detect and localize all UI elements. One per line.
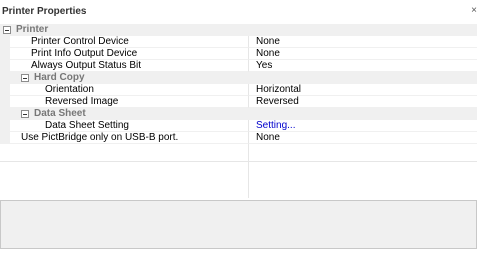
property-row-data-sheet-setting[interactable]: Data Sheet Setting Setting... (0, 120, 477, 132)
property-row-reversed-image[interactable]: Reversed Image Reversed (0, 96, 477, 108)
empty-name-cell (0, 144, 248, 162)
empty-value-cell (248, 144, 477, 162)
value-column-divider (248, 162, 249, 198)
category-label: Data Sheet (34, 108, 86, 119)
row-gutter (0, 84, 10, 96)
category-label: Printer (16, 24, 49, 35)
property-value[interactable]: Horizontal (248, 84, 477, 96)
category-printer[interactable]: Printer (0, 24, 477, 36)
collapse-icon[interactable] (21, 110, 29, 118)
category-hard-copy[interactable]: Hard Copy (0, 72, 477, 84)
property-name: Reversed Image (10, 96, 248, 108)
property-value[interactable]: None (248, 48, 477, 60)
property-row-print-info-output-device[interactable]: Print Info Output Device None (0, 48, 477, 60)
property-row-use-pictbridge[interactable]: Use PictBridge only on USB-B port. None (0, 132, 477, 144)
property-name: Printer Control Device (10, 36, 248, 48)
row-gutter (0, 96, 10, 108)
row-gutter (0, 60, 10, 72)
property-name: Use PictBridge only on USB-B port. (0, 132, 248, 144)
property-value[interactable]: None (248, 36, 477, 48)
description-pane (0, 200, 477, 249)
property-name: Always Output Status Bit (10, 60, 248, 72)
row-gutter (0, 120, 10, 132)
property-value[interactable]: Reversed (248, 96, 477, 108)
property-grid: Printer Printer Control Device None Prin… (0, 24, 477, 198)
property-value[interactable]: None (248, 132, 477, 144)
row-gutter (0, 48, 10, 60)
property-name: Print Info Output Device (10, 48, 248, 60)
setting-link[interactable]: Setting... (248, 120, 477, 132)
property-value[interactable]: Yes (248, 60, 477, 72)
property-row-orientation[interactable]: Orientation Horizontal (0, 84, 477, 96)
property-name: Data Sheet Setting (10, 120, 248, 132)
title-bar: Printer Properties × (0, 0, 477, 20)
property-name: Orientation (10, 84, 248, 96)
category-data-sheet[interactable]: Data Sheet (0, 108, 477, 120)
property-row-printer-control-device[interactable]: Printer Control Device None (0, 36, 477, 48)
close-icon[interactable]: × (468, 5, 477, 17)
printer-properties-panel: Printer Properties × Printer Printer Con… (0, 0, 477, 256)
empty-grid-row (0, 144, 477, 162)
collapse-icon[interactable] (3, 26, 11, 34)
category-label: Hard Copy (34, 72, 85, 83)
collapse-icon[interactable] (21, 74, 29, 82)
panel-title: Printer Properties (2, 6, 87, 17)
property-row-always-output-status-bit[interactable]: Always Output Status Bit Yes (0, 60, 477, 72)
row-gutter (0, 36, 10, 48)
